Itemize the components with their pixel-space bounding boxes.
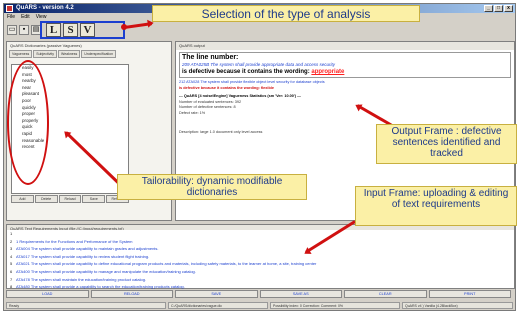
requirement-line[interactable]: 7 ATA478 The system shall maintain the ed…	[7, 276, 514, 284]
save-button[interactable]: SAVE	[175, 290, 258, 298]
defect-wording: appropriate	[311, 69, 345, 75]
analysis-selection-highlight	[40, 21, 125, 39]
requirement-text: ATA478 The system shall maintain the edu…	[16, 276, 147, 282]
delete-word-button[interactable]: Delete	[34, 195, 58, 203]
reload-dictionary-button[interactable]: Reload	[58, 195, 82, 203]
window-controls: _ □ x	[484, 5, 513, 12]
minimize-button[interactable]: _	[484, 5, 493, 12]
dictionary-pane-title: QuARS Dictionaries (passive Vaguenes)	[10, 43, 82, 48]
output-line: Defect rate: 1%	[179, 110, 206, 115]
requirement-line[interactable]: 5 ATA021 The system shall provide capabil…	[7, 260, 514, 268]
requirement-line[interactable]: 21 Requirements for the Functions and Pe…	[7, 238, 514, 246]
requirement-text: ATA400 The system shall provide capabili…	[16, 268, 196, 274]
open-file-icon[interactable]: ▭	[7, 24, 17, 35]
window-title: QuARS - version 4.2	[16, 5, 74, 11]
requirement-text: 1 Requirements for the Functions and Per…	[16, 238, 133, 244]
input-buttons: LOAD RELOAD SAVE SAVE AS CLEAR PRINT	[6, 290, 511, 298]
tab-vagueness[interactable]: Vagueness	[9, 50, 33, 58]
app-icon	[6, 5, 13, 12]
menu-file[interactable]: File	[7, 13, 15, 21]
tab-weakness[interactable]: Weakness	[57, 50, 81, 58]
reload-button[interactable]: RELOAD	[90, 290, 173, 298]
output-frame-title: QuARS output	[176, 42, 514, 50]
requirement-line[interactable]: 4 ATA017 The system shall provide capabil…	[7, 253, 514, 261]
add-word-button[interactable]: Add	[11, 195, 34, 203]
menu-edit[interactable]: Edit	[21, 13, 30, 21]
defect-message-prefix: is defective because it contains the wor…	[182, 69, 312, 75]
output-callout: Output Frame : defective sentences ident…	[376, 124, 517, 164]
dictionary-annotation-ellipse	[7, 60, 49, 185]
line-number-heading: The line number:	[182, 54, 239, 61]
tailorability-callout: Tailorability: dynamic modifiable dictio…	[117, 174, 307, 200]
maximize-button[interactable]: □	[494, 5, 503, 12]
dictionary-tabs: Vagueness Subjectivity Weakness Underspe…	[7, 50, 171, 58]
output-line: is defective because it contains the wor…	[179, 85, 274, 90]
save-as-button[interactable]: SAVE AS	[259, 290, 342, 298]
requirement-text: ATA017 The system shall provide capabili…	[16, 253, 150, 259]
status-ready: Ready	[6, 302, 166, 309]
input-callout: Input Frame: uploading & editing of text…	[355, 186, 517, 226]
selection-callout: Selection of the type of analysis	[152, 5, 420, 22]
requirement-text: ATA021 The system shall provide capabili…	[16, 261, 317, 267]
defect-message: is defective because it contains the wor…	[182, 68, 508, 76]
requirement-line[interactable]: 3 ATA004 The system shall provide capabil…	[7, 245, 514, 253]
print-button[interactable]: PRINT	[428, 290, 511, 298]
status-version: QuARS v4 ) Vanilla (4.2BlackBox)	[402, 302, 513, 309]
save-file-icon[interactable]: ▪	[19, 24, 29, 35]
requirement-line[interactable]: 1	[7, 230, 514, 238]
line-number: 1	[10, 231, 13, 236]
requirement-text: ATA480 The system shall provide a capabi…	[16, 284, 185, 290]
load-button[interactable]: LOAD	[6, 290, 89, 298]
clear-button[interactable]: CLEAR	[344, 290, 427, 298]
status-index: Possibility index: 0 Correction: Comment…	[270, 302, 400, 309]
save-dictionary-button[interactable]: Save	[82, 195, 106, 203]
requirement-line[interactable]: 6 ATA400 The system shall provide capabil…	[7, 268, 514, 276]
requirements-editor[interactable]: 1 21 Requirements for the Functions and …	[6, 230, 515, 289]
tab-subjectivity[interactable]: Subjectivity	[33, 50, 57, 58]
menu-view[interactable]: View	[36, 13, 47, 21]
close-button[interactable]: x	[504, 5, 513, 12]
dictionary-buttons: Add Delete Reload Save Refresh	[11, 195, 129, 203]
tab-underspecification[interactable]: Underspecification	[81, 50, 117, 58]
status-dictionary: C:/QuARS/dictionaries/vague.dic	[168, 302, 268, 309]
defect-highlight: The line number: 209 ATA025B The system …	[179, 52, 511, 78]
requirement-text: ATA004 The system shall provide capabili…	[16, 246, 159, 252]
status-bar: Ready C:/QuARS/dictionaries/vague.dic Po…	[4, 301, 515, 310]
